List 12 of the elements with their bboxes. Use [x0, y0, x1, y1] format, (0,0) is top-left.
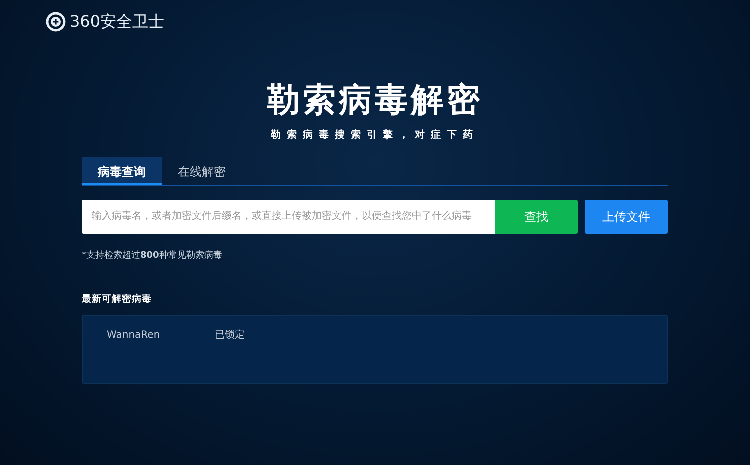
virus-status: 已锁定: [215, 328, 245, 344]
subtitle: 勒索病毒搜索引擎，对症下药: [270, 128, 480, 143]
section-heading: 最新可解密病毒: [82, 293, 153, 308]
logo-icon: [46, 12, 66, 32]
virus-name: WannaRen: [107, 329, 162, 344]
page-title: 勒索病毒解密: [266, 80, 484, 120]
search-field[interactable]: 输入病毒名，或者加密文件后缀名，或直接上传被加密文件，以便查找您中了什么病毒: [82, 200, 495, 234]
support-note: *支持检索超过800种常见勒索病毒: [82, 250, 224, 263]
logo-text: 360安全卫士: [70, 11, 165, 33]
upload-button[interactable]: 上传文件: [585, 200, 668, 234]
tab[interactable]: 在线解密: [162, 156, 242, 185]
tab[interactable]: 病毒查询: [82, 156, 162, 185]
